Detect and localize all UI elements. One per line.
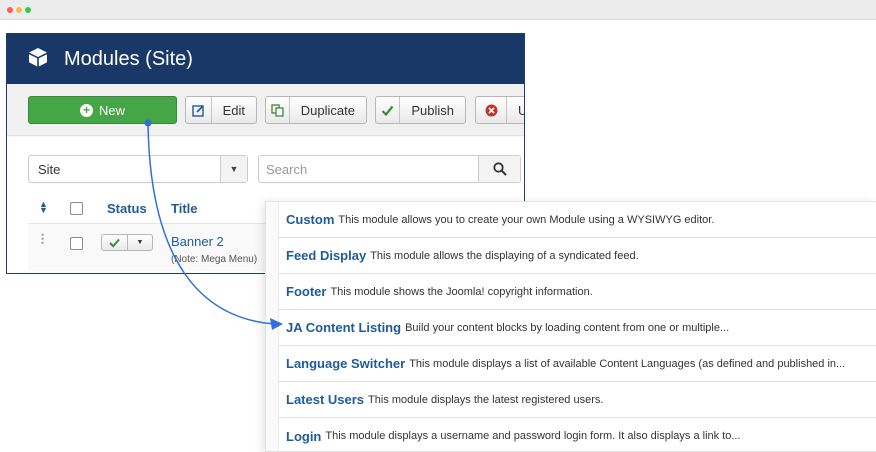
- unpublish-button[interactable]: Ur: [475, 96, 524, 124]
- plus-icon: +: [79, 103, 93, 117]
- row-checkbox[interactable]: [70, 237, 83, 250]
- module-type-name[interactable]: Feed Display: [286, 248, 366, 263]
- new-button-label: New: [98, 102, 125, 118]
- maximize-window-dot[interactable]: [25, 7, 31, 13]
- minimize-window-dot[interactable]: [16, 7, 22, 13]
- publish-button-label: Publish: [411, 102, 454, 118]
- client-select-value: Site: [38, 162, 61, 177]
- module-type-name[interactable]: Latest Users: [286, 392, 364, 407]
- module-type-description: This module displays a list of available…: [409, 357, 846, 370]
- module-type-description: This module displays the latest register…: [368, 393, 604, 406]
- search-button[interactable]: [478, 156, 520, 182]
- module-type-list: Custom This module allows you to create …: [265, 201, 876, 452]
- unpublish-button-label: Ur: [507, 103, 524, 118]
- module-type-name[interactable]: Login: [286, 429, 321, 444]
- list-item[interactable]: Login This module displays a username an…: [279, 418, 876, 452]
- toolbar: + New Edit Duplicate Publish Ur: [7, 84, 524, 136]
- page-header: Modules (Site): [7, 34, 524, 84]
- check-icon: [376, 97, 401, 123]
- caret-down-icon[interactable]: ▼: [220, 156, 247, 182]
- status-column-header[interactable]: Status: [107, 201, 147, 216]
- sort-icon[interactable]: ▲ ▼: [39, 200, 48, 215]
- publish-button[interactable]: Publish: [375, 96, 466, 124]
- module-type-description: This module allows the displaying of a s…: [370, 249, 639, 262]
- cube-icon: [29, 48, 47, 67]
- edit-icon: [186, 97, 212, 123]
- duplicate-button[interactable]: Duplicate: [265, 96, 367, 124]
- duplicate-button-label: Duplicate: [300, 102, 355, 118]
- x-circle-icon: [476, 97, 507, 123]
- module-note: (Note: Mega Menu): [171, 254, 258, 265]
- module-type-name[interactable]: Footer: [286, 284, 326, 299]
- module-type-description: This module shows the Joomla! copyright …: [330, 285, 593, 298]
- new-button[interactable]: + New: [28, 96, 177, 124]
- module-type-name[interactable]: JA Content Listing: [286, 320, 401, 335]
- search-box: [258, 155, 521, 183]
- edit-button-label: Edit: [222, 102, 245, 118]
- client-select[interactable]: Site ▼: [28, 155, 248, 183]
- status-toggle[interactable]: ▼: [101, 234, 153, 251]
- search-input[interactable]: [259, 156, 478, 182]
- module-type-description: This module displays a username and pass…: [325, 430, 741, 442]
- module-type-description: This module allows you to create your ow…: [338, 213, 715, 226]
- title-column-header[interactable]: Title: [171, 201, 198, 216]
- list-item[interactable]: Custom This module allows you to create …: [279, 202, 876, 238]
- module-type-description: Build your content blocks by loading con…: [405, 321, 730, 334]
- page-title: Modules (Site): [64, 48, 193, 70]
- search-icon: [492, 162, 507, 176]
- list-item[interactable]: Footer This module shows the Joomla! cop…: [279, 274, 876, 310]
- select-all-checkbox[interactable]: [70, 202, 83, 215]
- module-type-name[interactable]: Custom: [286, 212, 334, 227]
- list-gutter: [266, 202, 279, 451]
- browser-chrome: [0, 0, 876, 20]
- check-icon[interactable]: [102, 235, 128, 250]
- close-window-dot[interactable]: [7, 7, 13, 13]
- module-type-name[interactable]: Language Switcher: [286, 356, 405, 371]
- module-title-link[interactable]: Banner 2: [171, 234, 224, 249]
- list-item[interactable]: Latest Users This module displays the la…: [279, 382, 876, 418]
- drag-handle-icon[interactable]: • • •: [41, 231, 45, 248]
- edit-button[interactable]: Edit: [185, 96, 257, 124]
- caret-down-icon[interactable]: ▼: [128, 235, 152, 250]
- list-item[interactable]: Feed Display This module allows the disp…: [279, 238, 876, 274]
- list-item[interactable]: Language Switcher This module displays a…: [279, 346, 876, 382]
- duplicate-icon: [266, 97, 290, 123]
- list-item[interactable]: JA Content Listing Build your content bl…: [279, 310, 876, 346]
